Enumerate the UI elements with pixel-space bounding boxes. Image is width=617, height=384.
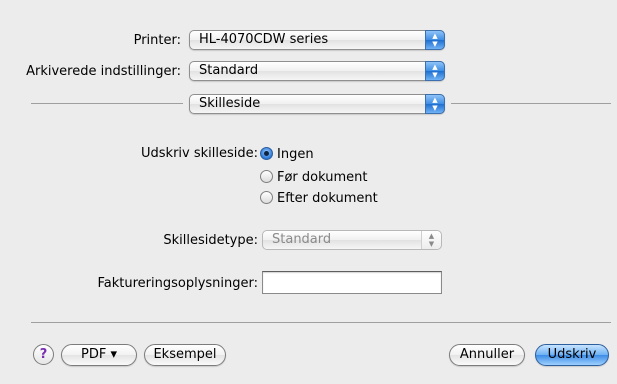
presets-popup[interactable]: Standard ▲ ▼ [189, 61, 445, 81]
panel-popup[interactable]: Skilleside ▲ ▼ [189, 94, 445, 114]
cover-type-label: Skillesidetype: [163, 233, 258, 248]
radio-icon[interactable] [260, 170, 273, 183]
cancel-button[interactable]: Annuller [449, 344, 525, 366]
up-down-stepper-icon: ▲ ▼ [425, 30, 445, 50]
cancel-button-label: Annuller [459, 347, 515, 362]
pdf-button-label: PDF ▾ [81, 347, 117, 362]
panel-popup-value: Skilleside [199, 96, 261, 111]
preview-button[interactable]: Eksempel [144, 344, 226, 366]
radio-selected-icon[interactable] [260, 147, 273, 160]
printer-popup[interactable]: HL-4070CDW series ▲ ▼ [189, 30, 445, 50]
cover-page-label: Udskriv skilleside: [141, 146, 258, 161]
separator-right [451, 103, 611, 104]
preview-button-label: Eksempel [153, 347, 217, 362]
printer-popup-value: HL-4070CDW series [199, 32, 329, 47]
question-mark-icon: ? [39, 347, 48, 362]
presets-popup-value: Standard [199, 63, 259, 78]
billing-input[interactable] [262, 271, 442, 294]
radio-none[interactable]: Ingen [260, 146, 314, 164]
printer-label: Printer: [133, 33, 181, 48]
cover-type-popup: Standard ▲ ▼ [262, 230, 442, 250]
print-button[interactable]: Udskriv [535, 344, 609, 366]
cover-type-popup-value: Standard [272, 232, 332, 247]
up-down-stepper-icon: ▲ ▼ [425, 61, 445, 81]
pdf-button[interactable]: PDF ▾ [61, 344, 137, 366]
presets-label: Arkiverede indstillinger: [26, 64, 181, 79]
radio-none-label: Ingen [277, 147, 314, 162]
radio-after-label: Efter dokument [277, 191, 378, 206]
separator-left [31, 103, 183, 104]
up-down-stepper-icon: ▲ ▼ [425, 94, 445, 114]
radio-after-document[interactable]: Efter dokument [260, 190, 378, 208]
help-button[interactable]: ? [33, 344, 54, 365]
footer-separator [31, 322, 611, 323]
billing-label: Faktureringsoplysninger: [97, 276, 258, 291]
print-button-label: Udskriv [547, 347, 597, 362]
radio-before-label: Før dokument [277, 170, 368, 185]
radio-before-document[interactable]: Før dokument [260, 169, 367, 187]
radio-icon[interactable] [260, 191, 273, 204]
up-down-stepper-icon: ▲ ▼ [421, 231, 441, 249]
